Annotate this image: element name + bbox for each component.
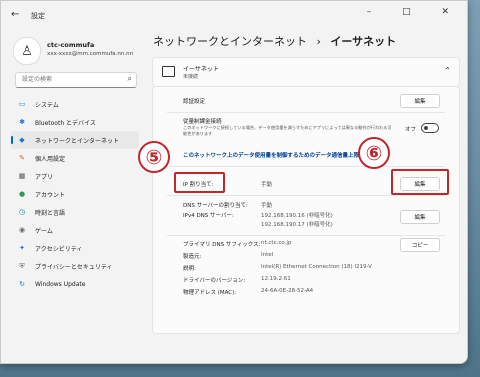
sidebar-item-label: アクセシビリティ (35, 245, 83, 253)
ethernet-panel: イーサネット 未接続 ⌃ 認証設定 編集 従量制課金接続 このネットワークに接続… (138, 57, 460, 357)
user-email: xxx-xxxx@mm.commufa.nn.nn (47, 51, 134, 57)
back-arrow-icon[interactable]: ← (11, 9, 19, 20)
sidebar-item-label: プライバシーとセキュリティ (35, 263, 113, 271)
annotation-box-ip-label (174, 172, 225, 193)
sidebar-item-personalization[interactable]: ✎ 個人用設定 (11, 149, 139, 167)
metered-toggle-state: オフ (405, 127, 417, 133)
sidebar-item-label: Bluetooth とデバイス (35, 119, 96, 127)
annotation-badge-five: ⑤ (138, 141, 170, 173)
sidebar-item-label: アカウント (35, 191, 66, 199)
property-value: 12.19.2.61 (261, 276, 291, 282)
property-label: 物理アドレス (MAC): (183, 290, 237, 296)
property-value: Intel (261, 252, 274, 258)
sidebar-item-system[interactable]: ▭ システム (11, 95, 139, 113)
time-language-icon: ◷ (18, 208, 26, 216)
divider (167, 235, 445, 236)
metered-connection-label: 従量制課金接続 (183, 119, 222, 125)
divider (167, 112, 445, 113)
data-limit-link[interactable]: このネットワーク上のデータ使用量を制御するためのデータ通信量上限を設定する (183, 151, 387, 159)
sidebar-item-label: 時刻と言語 (35, 209, 66, 217)
property-label: 説明: (183, 266, 196, 272)
divider (167, 195, 445, 196)
sidebar-nav: ▭ システム ✱ Bluetooth とデバイス ◆ ネットワークとインターネッ… (11, 95, 139, 293)
accessibility-icon: ✦ (19, 244, 25, 252)
property-label: プライマリ DNS サフィックス: (183, 242, 261, 248)
dns-assignment-value: 手動 (261, 203, 273, 209)
sidebar-item-windows-update[interactable]: ↻ Windows Update (11, 275, 139, 293)
sidebar-item-bluetooth[interactable]: ✱ Bluetooth とデバイス (11, 113, 139, 131)
app-title: 設定 (31, 12, 45, 20)
window-controls[interactable]: – □ ✕ (367, 7, 463, 17)
ethernet-details-card: 認証設定 編集 従量制課金接続 このネットワークに接続している場合、データ使用量… (152, 86, 460, 334)
sidebar-item-accessibility[interactable]: ✦ アクセシビリティ (11, 239, 139, 257)
windows-update-icon: ↻ (19, 280, 25, 288)
sidebar-item-privacy[interactable]: ⛨ プライバシーとセキュリティ (11, 257, 139, 275)
property-label: ドライバーのバージョン: (183, 278, 246, 284)
network-icon: ◆ (19, 136, 25, 144)
user-avatar-icon: ♙ (21, 43, 33, 59)
auth-edit-button[interactable]: 編集 (400, 94, 440, 108)
account-icon: ● (18, 190, 26, 198)
breadcrumb-separator: › (316, 35, 321, 48)
sidebar-item-label: Windows Update (35, 280, 86, 288)
sidebar-item-label: アプリ (35, 173, 54, 181)
divider (167, 166, 445, 167)
ethernet-header-card[interactable]: イーサネット 未接続 ⌃ (152, 57, 460, 87)
chevron-up-icon[interactable]: ⌃ (444, 66, 451, 75)
settings-search-box[interactable]: ⌕ (15, 72, 137, 88)
personalize-icon: ✎ (19, 154, 25, 162)
gaming-icon: ◉ (18, 226, 26, 234)
ethernet-icon (162, 66, 175, 77)
metered-connection-description: このネットワークに接続している場合、データ使用量を減らすためにアプリによっては異… (183, 125, 392, 136)
auth-settings-label: 認証設定 (183, 99, 206, 105)
ethernet-status: 未接続 (183, 74, 199, 80)
search-icon: ⌕ (127, 74, 132, 83)
privacy-icon: ⛨ (19, 261, 25, 270)
apps-icon: ▦ (18, 172, 26, 180)
search-input[interactable] (20, 75, 124, 84)
property-value: 24-6A-0E-28-52-A4 (261, 288, 314, 294)
sidebar-item-network[interactable]: ◆ ネットワークとインターネット (11, 131, 139, 149)
title-bar: ← 設定 – □ ✕ (1, 1, 467, 29)
bluetooth-icon: ✱ (19, 118, 25, 126)
property-value: Intel(R) Ethernet Connection (18) I219-V (261, 264, 372, 270)
annotation-box-edit-button (391, 169, 449, 195)
sidebar-item-label: 個人用設定 (35, 155, 66, 163)
user-name: ctc-commufa (47, 41, 95, 49)
sidebar-item-label: ネットワークとインターネット (35, 137, 120, 145)
sidebar-item-apps[interactable]: ▦ アプリ (11, 167, 139, 185)
dns-edit-button[interactable]: 編集 (400, 210, 440, 224)
breadcrumb-parent[interactable]: ネットワークとインターネット (153, 35, 307, 48)
ipv4-dns-label: IPv4 DNS サーバー: (183, 213, 234, 219)
annotation-badge-six: ⑥ (358, 137, 390, 169)
ipv4-dns-primary: 192.168.190.16 (非暗号化) (261, 213, 333, 219)
dns-assignment-label: DNS サーバーの割り当て: (183, 203, 248, 209)
system-icon: ▭ (18, 100, 26, 108)
sidebar-item-label: ゲーム (35, 227, 53, 235)
property-label: 製造元: (183, 254, 202, 260)
ethernet-title: イーサネット (183, 66, 219, 73)
breadcrumb-current: イーサネット (330, 35, 397, 48)
sidebar-item-time-language[interactable]: ◷ 時刻と言語 (11, 203, 139, 221)
breadcrumb: ネットワークとインターネット › イーサネット (153, 33, 396, 49)
sidebar-item-gaming[interactable]: ◉ ゲーム (11, 221, 139, 239)
metered-connection-toggle[interactable] (421, 123, 439, 133)
sidebar-item-label: システム (35, 101, 59, 109)
sidebar-item-accounts[interactable]: ● アカウント (11, 185, 139, 203)
avatar[interactable]: ♙ (13, 37, 41, 65)
property-value: nt.ctc.co.jp (261, 240, 292, 246)
ipv4-dns-secondary: 192.168.190.17 (非暗号化) (261, 222, 333, 228)
ip-assignment-value: 手動 (261, 182, 273, 188)
copy-button[interactable]: コピー (400, 238, 440, 252)
settings-window: ← 設定 – □ ✕ ♙ ctc-commufa xxx-xxxx@mm.com… (0, 0, 468, 364)
